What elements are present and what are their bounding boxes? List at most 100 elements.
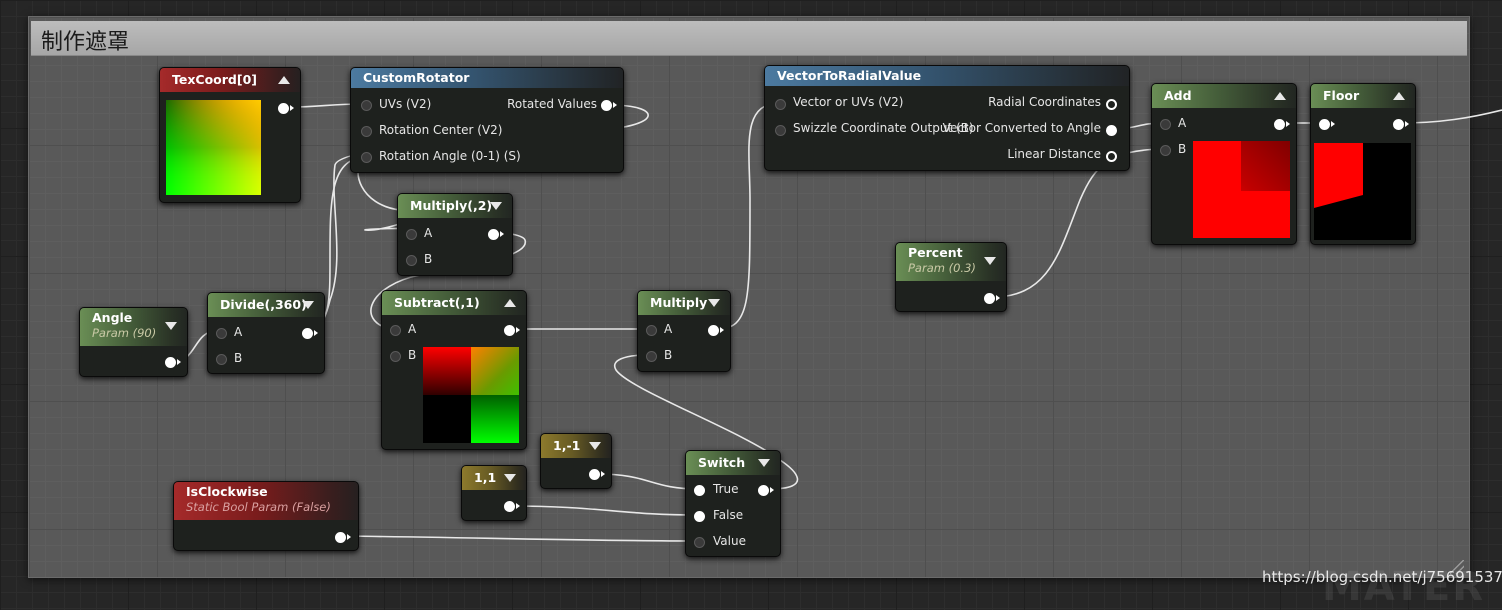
- node-texcoord-title: TexCoord[0]: [172, 72, 257, 87]
- pin-arrow-icon: [1331, 121, 1335, 127]
- multiply-a-label: A: [664, 322, 673, 336]
- node-switch[interactable]: Switch True False Value: [685, 450, 781, 557]
- subtract-preview: [423, 347, 519, 443]
- node-subtract-header[interactable]: Subtract(,1): [382, 291, 526, 315]
- subtract-b-label: B: [408, 348, 417, 362]
- floor-input-pin[interactable]: [1319, 119, 1330, 130]
- expand-arrow-icon[interactable]: [708, 299, 720, 307]
- node-const-1-neg1-header[interactable]: 1,-1: [541, 434, 611, 458]
- expand-arrow-icon[interactable]: [984, 257, 996, 265]
- node-custom-rotator[interactable]: CustomRotator UVs (V2) Rotation Center (…: [350, 67, 624, 173]
- expand-arrow-icon[interactable]: [589, 442, 601, 450]
- rotator-center-pin[interactable]: [361, 126, 372, 137]
- texcoord-output-pin[interactable]: [278, 103, 289, 114]
- expand-arrow-icon[interactable]: [504, 474, 516, 482]
- multiply-b-pin[interactable]: [646, 351, 657, 362]
- expand-arrow-icon[interactable]: [758, 459, 770, 467]
- mult2-b-pin[interactable]: [406, 255, 417, 266]
- add-a-pin[interactable]: [1160, 119, 1171, 130]
- node-multiply[interactable]: Multiply A B: [637, 290, 731, 372]
- node-angle-header[interactable]: Angle Param (90): [80, 308, 187, 346]
- vtr-vector-pin[interactable]: [775, 99, 786, 110]
- vtr-angle-pin[interactable]: [1106, 125, 1117, 136]
- mult2-a-pin[interactable]: [406, 229, 417, 240]
- node-custom-rotator-header[interactable]: CustomRotator: [351, 68, 623, 88]
- multiply-b-label: B: [664, 348, 673, 362]
- node-multiply-2[interactable]: Multiply(,2) A B: [397, 193, 513, 276]
- node-vector-to-radial[interactable]: VectorToRadialValue Vector or UVs (V2) S…: [764, 65, 1130, 171]
- divide-output-pin[interactable]: [302, 328, 313, 339]
- multiply-a-pin[interactable]: [646, 325, 657, 336]
- mult2-output-pin[interactable]: [488, 229, 499, 240]
- switch-value-pin[interactable]: [694, 537, 705, 548]
- mult2-a-label: A: [424, 226, 433, 240]
- divide-a-label: A: [234, 325, 243, 339]
- vtr-vector-label: Vector or UVs (V2): [793, 95, 904, 109]
- vtr-swizzle-pin[interactable]: [775, 125, 786, 136]
- rotator-output-pin[interactable]: [601, 100, 612, 111]
- node-floor[interactable]: Floor: [1310, 83, 1416, 245]
- node-divide[interactable]: Divide(,360) A B: [207, 292, 325, 374]
- collapse-arrow-icon[interactable]: [1274, 92, 1286, 100]
- node-percent[interactable]: Percent Param (0.3): [895, 242, 1007, 312]
- collapse-arrow-icon[interactable]: [278, 76, 290, 84]
- node-divide-header[interactable]: Divide(,360): [208, 293, 324, 317]
- node-const-1-1-header[interactable]: 1,1: [462, 466, 526, 490]
- divide-a-pin[interactable]: [216, 328, 227, 339]
- divide-b-pin[interactable]: [216, 354, 227, 365]
- node-const-1-neg1[interactable]: 1,-1: [540, 433, 612, 489]
- node-percent-header[interactable]: Percent Param (0.3): [896, 243, 1006, 281]
- rotator-uvs-pin[interactable]: [361, 100, 372, 111]
- pin-arrow-icon: [516, 503, 520, 509]
- add-b-pin[interactable]: [1160, 145, 1171, 156]
- rotator-angle-pin[interactable]: [361, 152, 372, 163]
- switch-true-pin[interactable]: [694, 485, 705, 496]
- switch-value-label: Value: [713, 534, 746, 548]
- node-is-clockwise-header[interactable]: IsClockwise Static Bool Param (False): [174, 482, 358, 520]
- pin-arrow-icon: [516, 327, 520, 333]
- pin-arrow-icon: [996, 295, 1000, 301]
- comment-title-bar[interactable]: 制作遮罩: [31, 21, 1467, 56]
- node-floor-header[interactable]: Floor: [1311, 84, 1415, 108]
- collapse-arrow-icon[interactable]: [504, 299, 516, 307]
- switch-output-pin[interactable]: [758, 485, 769, 496]
- node-const-1-1[interactable]: 1,1: [461, 465, 527, 521]
- floor-output-pin[interactable]: [1393, 119, 1404, 130]
- subtract-output-pin[interactable]: [504, 325, 515, 336]
- collapse-arrow-icon[interactable]: [1393, 92, 1405, 100]
- const-1-neg1-output-pin[interactable]: [589, 469, 600, 480]
- is-clockwise-output-pin[interactable]: [335, 532, 346, 543]
- const-1-1-output-pin[interactable]: [504, 501, 515, 512]
- node-is-clockwise[interactable]: IsClockwise Static Bool Param (False): [173, 481, 359, 551]
- node-multiply-2-header[interactable]: Multiply(,2): [398, 194, 512, 218]
- uv-gradient-preview: [166, 100, 261, 195]
- expand-arrow-icon[interactable]: [490, 202, 502, 210]
- pin-arrow-icon: [314, 330, 318, 336]
- node-add[interactable]: Add A B: [1151, 83, 1297, 245]
- switch-false-pin[interactable]: [694, 511, 705, 522]
- node-add-header[interactable]: Add: [1152, 84, 1296, 108]
- percent-output-pin[interactable]: [984, 293, 995, 304]
- node-vector-to-radial-header[interactable]: VectorToRadialValue: [765, 66, 1129, 86]
- subtract-a-label: A: [408, 322, 417, 336]
- expand-arrow-icon[interactable]: [302, 301, 314, 309]
- subtract-a-pin[interactable]: [390, 325, 401, 336]
- node-floor-title: Floor: [1323, 88, 1360, 103]
- node-texcoord-header[interactable]: TexCoord[0]: [160, 68, 300, 92]
- multiply-output-pin[interactable]: [708, 325, 719, 336]
- vtr-distance-pin[interactable]: [1106, 151, 1117, 162]
- angle-output-pin[interactable]: [165, 357, 176, 368]
- expand-arrow-icon[interactable]: [165, 322, 177, 330]
- node-switch-header[interactable]: Switch: [686, 451, 780, 475]
- add-output-pin[interactable]: [1274, 119, 1285, 130]
- watermark-url: https://blog.csdn.net/j756915370: [1262, 568, 1502, 586]
- node-multiply-header[interactable]: Multiply: [638, 291, 730, 315]
- pin-arrow-icon: [1286, 121, 1290, 127]
- node-texcoord[interactable]: TexCoord[0]: [159, 67, 301, 203]
- pin-arrow-icon: [770, 487, 774, 493]
- vtr-radial-pin[interactable]: [1106, 99, 1117, 110]
- node-subtract[interactable]: Subtract(,1) A B: [381, 290, 527, 450]
- pin-arrow-icon: [613, 102, 617, 108]
- subtract-b-pin[interactable]: [390, 351, 401, 362]
- node-angle[interactable]: Angle Param (90): [79, 307, 188, 377]
